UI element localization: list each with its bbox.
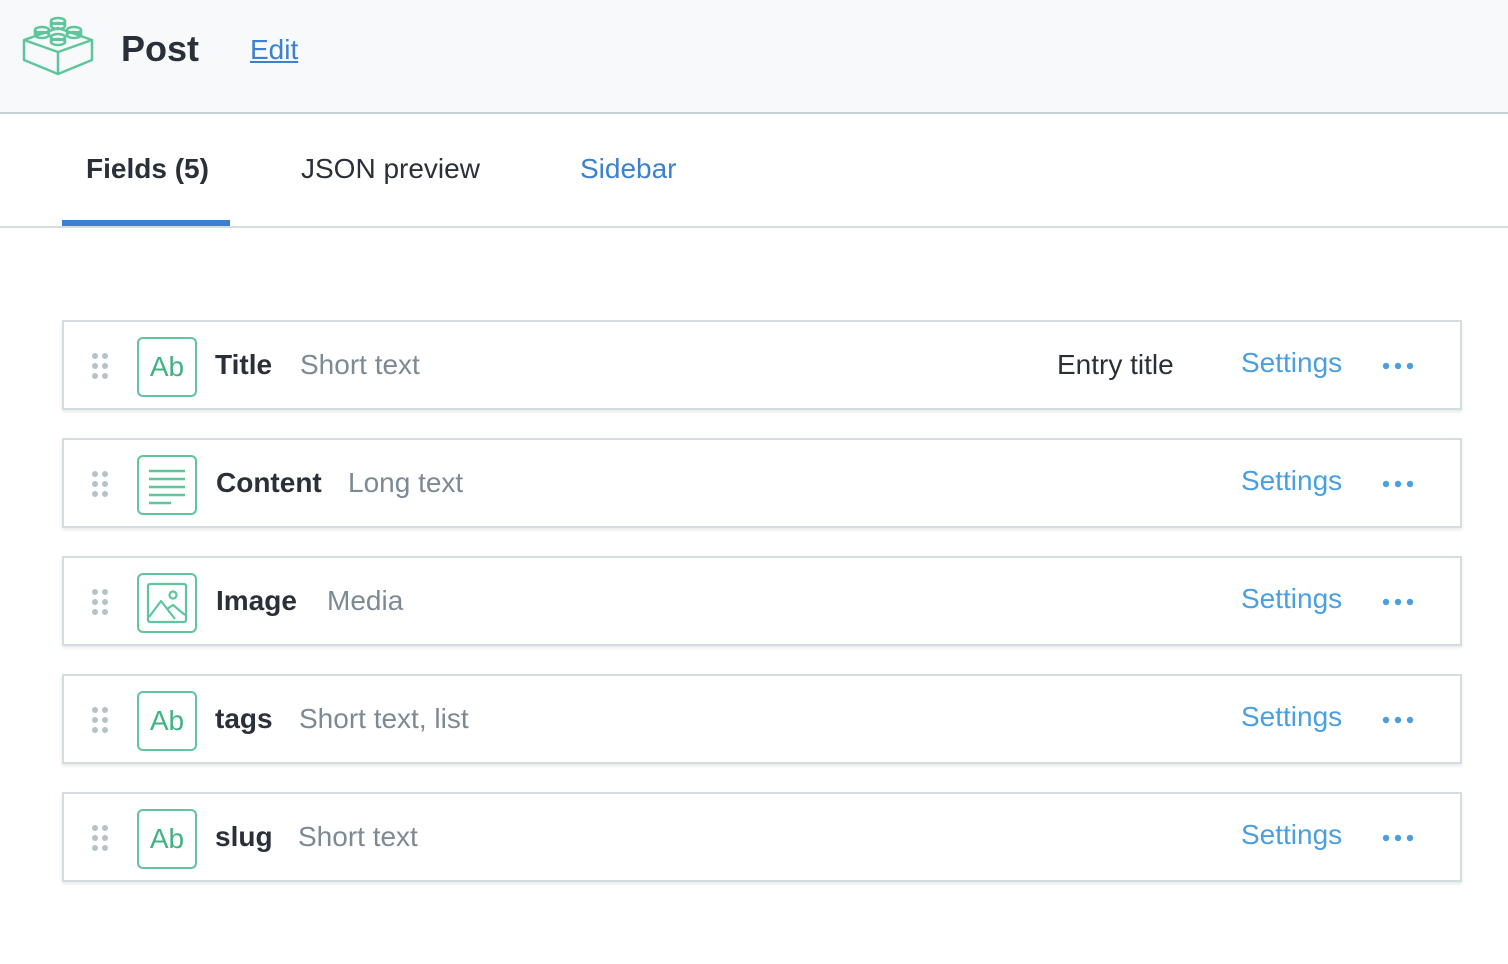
more-dots-icon[interactable] [1380,826,1416,850]
content-type-block-icon [22,16,94,76]
entry-title-label: Entry title [1057,349,1174,380]
ab-icon: Ab [137,691,197,751]
tab-sidebar[interactable]: Sidebar [580,151,677,187]
drag-handle-icon[interactable] [90,588,110,616]
active-tab-indicator [62,220,230,226]
field-type: Media [327,585,404,616]
drag-handle-icon[interactable] [90,706,110,734]
more-dots-icon[interactable] [1380,354,1416,378]
tab-bar: Fields (5) JSON preview Sidebar [0,114,1508,228]
drag-handle-icon[interactable] [90,470,110,498]
more-dots-icon[interactable] [1380,708,1416,732]
field-name: Content [216,467,322,498]
field-row-content[interactable]: Content Long text Settings [62,438,1462,528]
field-name: slug [215,821,273,852]
field-type: Short text, list [299,703,469,734]
field-row-slug[interactable]: Ab slug Short text Settings [62,792,1462,882]
field-type: Long text [348,467,464,498]
tab-fields[interactable]: Fields (5) [86,151,209,187]
field-type: Short text [298,821,418,852]
settings-button[interactable]: Settings [1241,463,1342,499]
settings-button[interactable]: Settings [1241,345,1342,381]
field-row-tags[interactable]: Ab tags Short text, list Settings [62,674,1462,764]
ab-icon: Ab [137,809,197,869]
more-dots-icon[interactable] [1380,590,1416,614]
edit-link[interactable]: Edit [250,32,298,68]
settings-button[interactable]: Settings [1241,699,1342,735]
page-title: Post [121,28,200,69]
image-icon [137,573,197,633]
drag-handle-icon[interactable] [90,352,110,380]
field-name: Image [216,585,297,616]
more-dots-icon[interactable] [1380,472,1416,496]
field-name: Title [215,349,273,380]
field-type: Short text [300,349,420,380]
page-header: Post Edit [0,0,1508,114]
field-row-image[interactable]: Image Media Settings [62,556,1462,646]
settings-button[interactable]: Settings [1241,817,1342,853]
field-row-title[interactable]: Ab Title Short text Entry title Settings [62,320,1462,410]
field-name: tags [215,703,273,734]
settings-button[interactable]: Settings [1241,581,1342,617]
tab-json-preview[interactable]: JSON preview [301,151,480,187]
drag-handle-icon[interactable] [90,824,110,852]
ab-icon: Ab [137,337,197,397]
long-text-icon [137,455,197,515]
